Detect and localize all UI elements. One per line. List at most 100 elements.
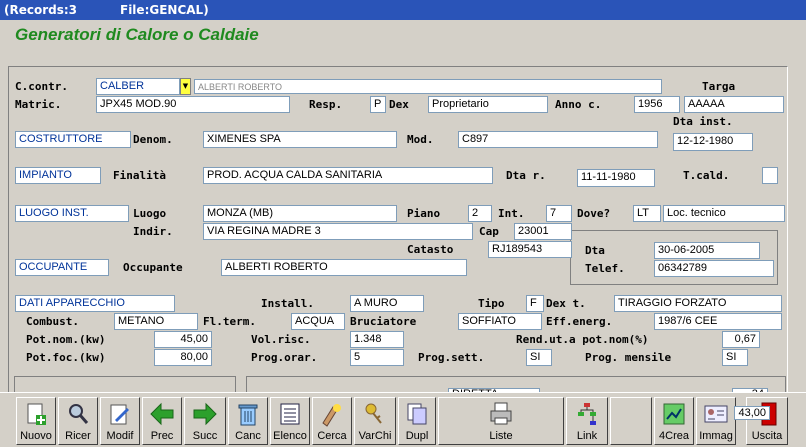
label-volrisc: Vol.risc. <box>251 333 311 346</box>
dta-field[interactable]: 30-06-2005 <box>654 242 760 259</box>
edit-icon <box>110 404 129 425</box>
impianto-section: IMPIANTO <box>15 167 101 184</box>
nuovo-label: Nuovo <box>20 430 52 442</box>
ccontr-dropdown-icon[interactable]: ▼ <box>180 78 191 95</box>
canc-button[interactable]: Canc <box>228 397 268 445</box>
finalita-field[interactable]: PROD. ACQUA CALDA SANITARIA <box>203 167 493 184</box>
label-effenerg: Eff.energ. <box>546 315 613 328</box>
label-potnom: Pot.nom.(kw) <box>26 333 106 346</box>
succ-label: Succ <box>192 430 218 442</box>
window-titlebar: (Records:3 File:GENCAL) <box>0 0 806 20</box>
label-tipo: Tipo <box>478 297 505 310</box>
progorar-field[interactable]: 5 <box>350 349 404 366</box>
prec-button[interactable]: Prec <box>142 397 182 445</box>
varchi-button[interactable]: VarChi <box>354 397 396 445</box>
effenerg-field[interactable]: 1987/6 CEE <box>654 313 782 330</box>
label-catasto: Catasto <box>407 243 454 256</box>
arrow-left-icon <box>150 402 174 426</box>
label-progorar: Prog.orar. <box>251 351 318 364</box>
link-button[interactable]: Link <box>566 397 608 445</box>
volrisc-field[interactable]: 1.348 <box>350 331 404 348</box>
indir-field[interactable]: VIA REGINA MADRE 3 <box>203 223 473 240</box>
catasto-field[interactable]: RJ189543 <box>488 241 572 258</box>
targa-field[interactable]: AAAAA <box>684 96 784 113</box>
image-card-icon <box>704 405 728 423</box>
create-icon <box>663 403 685 425</box>
telef-field[interactable]: 06342789 <box>654 260 774 277</box>
int-field[interactable]: 7 <box>546 205 572 222</box>
blank-button[interactable] <box>610 397 652 445</box>
luogo-field[interactable]: MONZA (MB) <box>203 205 397 222</box>
mod-field[interactable]: C897 <box>458 131 658 148</box>
succ-button[interactable]: Succ <box>184 397 226 445</box>
luogoinst-section: LUOGO INST. <box>15 205 129 222</box>
matric-field[interactable]: JPX45 MOD.90 <box>96 96 290 113</box>
tcald-field[interactable] <box>762 167 778 184</box>
uscita-button[interactable]: Uscita <box>746 397 788 445</box>
dove-field[interactable]: LT <box>633 205 661 222</box>
annoc-field[interactable]: 1956 <box>634 96 680 113</box>
label-combust: Combust. <box>26 315 79 328</box>
dupl-button[interactable]: Dupl <box>398 397 436 445</box>
denom-field[interactable]: XIMENES SPA <box>203 131 397 148</box>
link-label: Link <box>576 430 598 442</box>
modif-label: Modif <box>106 430 134 442</box>
link-tree-icon <box>578 403 596 425</box>
file-name: File:GENCAL) <box>120 3 209 17</box>
dupl-label: Dupl <box>405 430 429 442</box>
bruciatore-field[interactable]: SOFFIATO <box>458 313 542 330</box>
immag-label: Immag <box>699 430 733 442</box>
ccontr-description: ALBERTI ROBERTO <box>194 79 662 94</box>
progsett-field[interactable]: SI <box>526 349 552 366</box>
find-icon <box>322 404 341 427</box>
dex-field[interactable]: Proprietario <box>428 96 548 113</box>
nuovo-button[interactable]: Nuovo <box>16 397 56 445</box>
duplicate-icon <box>407 403 427 425</box>
modif-button[interactable]: Modif <box>100 397 140 445</box>
dove-description: Loc. tecnico <box>663 205 785 222</box>
resp-field[interactable]: P <box>370 96 386 113</box>
label-tcald: T.cald. <box>683 169 730 182</box>
label-dext: Dex t. <box>546 297 586 310</box>
combust-field[interactable]: METANO <box>114 313 198 330</box>
potnom-field[interactable]: 45,00 <box>154 331 212 348</box>
label-flterm: Fl.term. <box>203 315 256 328</box>
datiapp-section: DATI APPARECCHIO <box>15 295 175 312</box>
occupante-section: OCCUPANTE <box>15 259 109 276</box>
label-progsett: Prog.sett. <box>418 351 485 364</box>
dext-field[interactable]: TIRAGGIO FORZATO <box>614 295 782 312</box>
4crea-button[interactable]: 4Crea <box>654 397 694 445</box>
flterm-field[interactable]: ACQUA <box>291 313 345 330</box>
piano-field[interactable]: 2 <box>468 205 492 222</box>
ricer-button[interactable]: Ricer <box>58 397 98 445</box>
occupante-field[interactable]: ALBERTI ROBERTO <box>221 259 467 276</box>
label-progmens: Prog. mensile <box>585 351 672 364</box>
cerca-label: Cerca <box>317 430 347 442</box>
canc-label: Canc <box>235 430 261 442</box>
label-annoc: Anno c. <box>555 98 602 111</box>
liste-button[interactable]: Liste <box>438 397 564 445</box>
label-install: Install. <box>261 297 314 310</box>
ricer-label: Ricer <box>65 430 91 442</box>
rendut-field[interactable]: 0,67 <box>722 331 760 348</box>
elenco-button[interactable]: Elenco <box>270 397 310 445</box>
cap-field[interactable]: 23001 <box>514 223 572 240</box>
immag-button[interactable]: Immag <box>696 397 736 445</box>
label-bruciatore: Bruciatore <box>350 315 417 328</box>
dtar-field[interactable]: 11-11-1980 <box>577 169 655 187</box>
install-field[interactable]: A MURO <box>350 295 424 312</box>
progmens-field[interactable]: SI <box>722 349 748 366</box>
potfoc-field[interactable]: 80,00 <box>154 349 212 366</box>
dtainst-field[interactable]: 12-12-1980 <box>673 133 753 151</box>
label-dtar: Dta r. <box>506 169 546 182</box>
ccontr-field[interactable]: CALBER <box>96 78 180 95</box>
cerca-button[interactable]: Cerca <box>312 397 352 445</box>
varchi-label: VarChi <box>358 430 392 442</box>
tipo-field[interactable]: F <box>526 295 544 312</box>
toolbar: Nuovo Ricer Modif Prec Succ Canc Elenco … <box>0 392 806 447</box>
trash-icon <box>238 404 258 426</box>
page-title: Generatori di Calore o Caldaie <box>15 25 259 44</box>
uscita-label: Uscita <box>751 430 783 442</box>
partial-field-3[interactable]: 43,00 <box>734 406 770 420</box>
label-denom: Denom. <box>133 133 173 146</box>
